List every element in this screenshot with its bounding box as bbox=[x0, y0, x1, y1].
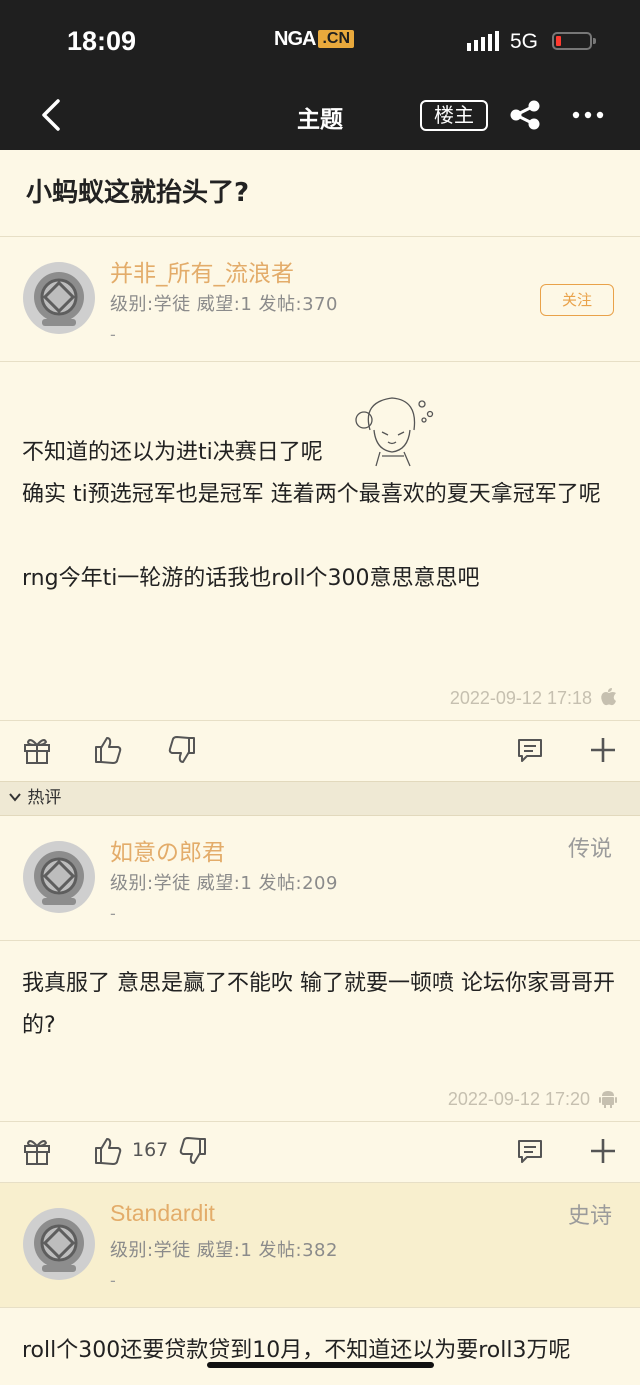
dislike-icon[interactable] bbox=[167, 735, 197, 765]
user-meta: 级别:学徒 威望:1 发帖:370 bbox=[110, 294, 338, 315]
like-icon[interactable] bbox=[93, 1136, 123, 1166]
gift-icon[interactable] bbox=[22, 735, 52, 765]
add-icon[interactable] bbox=[588, 1136, 618, 1166]
home-indicator bbox=[207, 1362, 434, 1368]
post-content: 我真服了 意思是赢了不能吹 输了就要一顿喷 论坛你家哥哥开的? bbox=[22, 971, 615, 1038]
user-meta: 级别:学徒 威望:1 发帖:382 bbox=[110, 1240, 338, 1261]
post-actions bbox=[0, 720, 640, 781]
user-meta: 级别:学徒 威望:1 发帖:209 bbox=[110, 873, 338, 894]
sticker-image bbox=[355, 397, 434, 467]
page-title: 主题 bbox=[297, 107, 343, 133]
battery-icon bbox=[552, 32, 596, 50]
signal-icon bbox=[467, 31, 499, 51]
post-author: 并非_所有_流浪者 级别:学徒 威望:1 发帖:370 - 关注 bbox=[0, 237, 640, 362]
post-author: 如意の郎君 级别:学徒 威望:1 发帖:209 - 传说 bbox=[0, 816, 640, 941]
nav-bar: 主题 楼主 bbox=[0, 80, 640, 150]
more-icon[interactable] bbox=[572, 110, 604, 120]
gift-icon[interactable] bbox=[22, 1136, 52, 1166]
post-author: Standardit 级别:学徒 威望:1 发帖:382 - 史诗 bbox=[0, 1182, 640, 1308]
status-bar: 18:09 NGA .CN 5G bbox=[0, 0, 640, 80]
like-count: 167 bbox=[132, 1139, 169, 1161]
nga-logo: NGA .CN bbox=[274, 28, 355, 50]
like-icon[interactable] bbox=[93, 735, 123, 765]
avatar[interactable] bbox=[22, 261, 96, 335]
status-time: 18:09 bbox=[67, 26, 137, 56]
username[interactable]: Standardit bbox=[110, 1200, 215, 1227]
share-icon[interactable] bbox=[508, 100, 542, 130]
username[interactable]: 如意の郎君 bbox=[110, 833, 225, 867]
username[interactable]: 并非_所有_流浪者 bbox=[110, 254, 294, 288]
hot-comments-header[interactable]: 热评 bbox=[0, 781, 640, 816]
chevron-down-icon bbox=[9, 793, 21, 802]
comment-icon[interactable] bbox=[515, 735, 545, 765]
network-type: 5G bbox=[510, 30, 539, 53]
avatar[interactable] bbox=[22, 1207, 96, 1281]
post-date: 2022-09-12 17:20 bbox=[0, 1077, 640, 1121]
add-icon[interactable] bbox=[588, 735, 618, 765]
topic-title: 小蚂蚁这就抬头了? bbox=[0, 150, 640, 237]
apple-icon bbox=[601, 688, 616, 706]
op-only-button[interactable]: 楼主 bbox=[420, 100, 488, 131]
rank-label: 史诗 bbox=[567, 1204, 612, 1229]
post-content: 不知道的还以为进ti决赛日了呢 确实 ti预选冠军也是冠军 连着两个最喜欢的夏天… bbox=[0, 362, 640, 676]
dislike-icon[interactable] bbox=[178, 1136, 208, 1166]
hot-comments-label: 热评 bbox=[27, 788, 62, 808]
post-actions: 167 bbox=[0, 1121, 640, 1182]
user-signature: - bbox=[110, 325, 116, 344]
rank-label: 传说 bbox=[567, 837, 612, 862]
follow-button[interactable]: 关注 bbox=[540, 284, 614, 316]
post-date: 2022-09-12 17:18 bbox=[0, 676, 640, 720]
user-signature: - bbox=[110, 904, 116, 923]
comment-icon[interactable] bbox=[515, 1136, 545, 1166]
android-icon bbox=[599, 1091, 617, 1108]
avatar[interactable] bbox=[22, 840, 96, 914]
user-signature: - bbox=[110, 1271, 116, 1290]
